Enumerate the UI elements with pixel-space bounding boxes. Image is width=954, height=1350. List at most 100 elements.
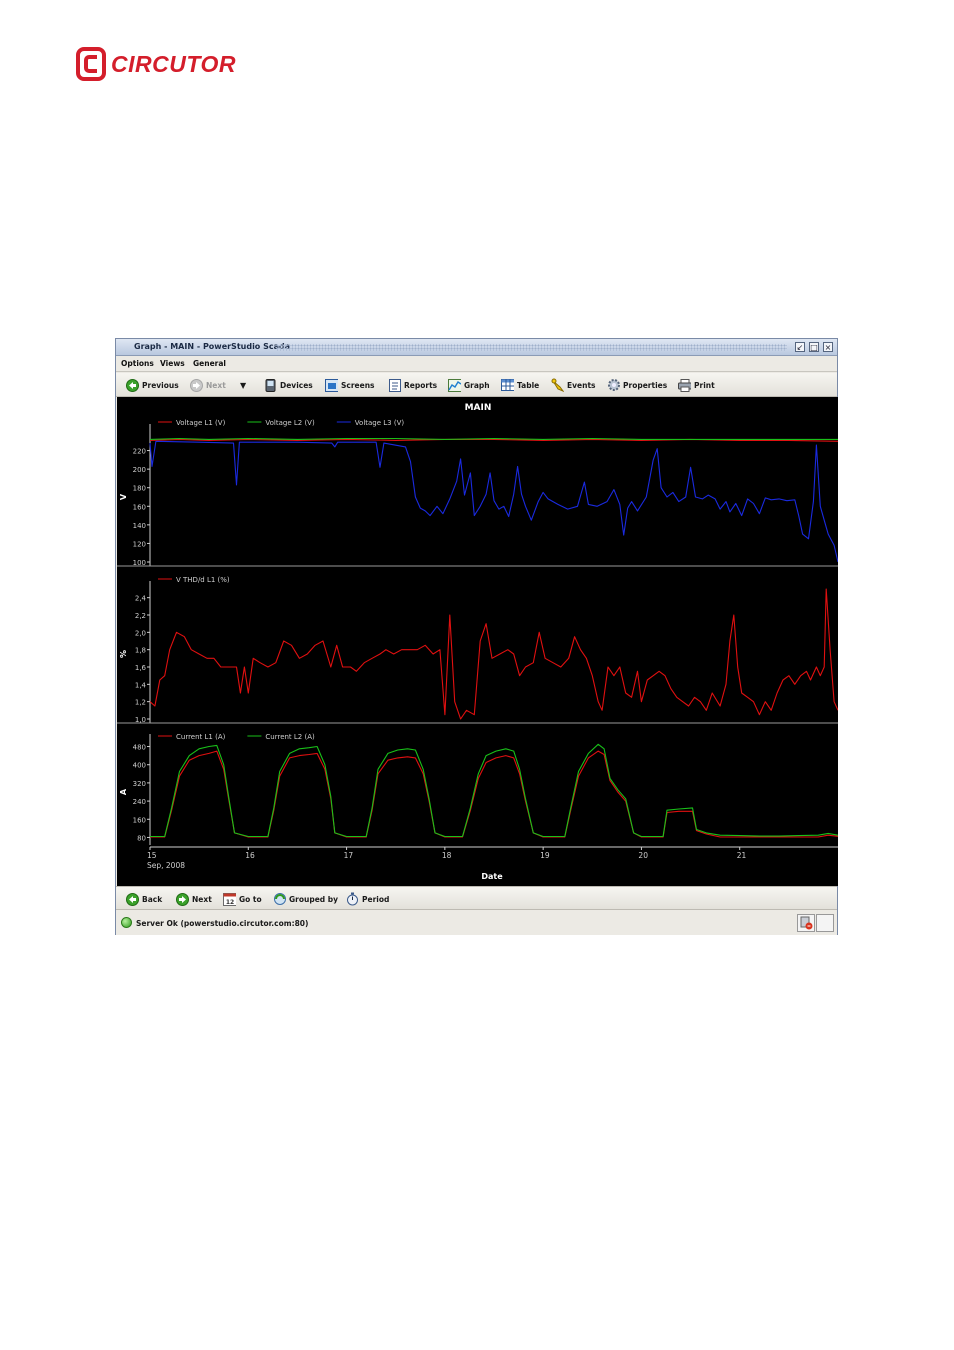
next-button[interactable]: Next bbox=[190, 378, 226, 392]
calendar-icon: 12 bbox=[223, 892, 236, 906]
y-tick-label: 320 bbox=[133, 780, 146, 788]
device-icon bbox=[264, 378, 277, 392]
main-toolbar: Previous Next ▼ Devices Screens Reports … bbox=[116, 373, 837, 397]
graph-icon bbox=[448, 378, 461, 392]
restore-icon[interactable]: ↙ bbox=[795, 342, 805, 352]
next-period-button[interactable]: Next bbox=[176, 892, 212, 906]
y-tick-label: 2,0 bbox=[135, 629, 146, 637]
y-tick-label: 480 bbox=[133, 744, 146, 752]
graph-panel[interactable]: MAIN V 100 120 140 160 180 200 220 Voltage L1 (V… bbox=[117, 397, 839, 886]
x-tick-label: 20 bbox=[638, 851, 648, 860]
previous-label: Previous bbox=[142, 380, 179, 390]
devices-button[interactable]: Devices bbox=[264, 378, 313, 392]
chevron-down-icon: ▼ bbox=[240, 380, 247, 390]
reports-label: Reports bbox=[404, 380, 438, 390]
title-bar-grip bbox=[276, 344, 787, 351]
x-axis-sublabel: Sep, 2008 bbox=[147, 861, 185, 870]
report-icon bbox=[388, 378, 401, 392]
close-icon[interactable]: × bbox=[823, 342, 833, 352]
events-label: Events bbox=[567, 380, 596, 390]
x-tick-label: 18 bbox=[442, 851, 452, 860]
series-line bbox=[149, 440, 839, 563]
arrow-right-icon bbox=[176, 892, 189, 906]
reports-button[interactable]: Reports bbox=[388, 378, 437, 392]
gear-icon bbox=[607, 379, 620, 392]
back-button[interactable]: Back bbox=[126, 892, 162, 906]
table-icon bbox=[501, 379, 514, 392]
y-tick-label: 1,4 bbox=[135, 681, 147, 689]
bell-icon bbox=[551, 378, 564, 392]
x-tick-label: 15 bbox=[147, 851, 157, 860]
legend-label: V THD/d L1 (%) bbox=[176, 576, 230, 584]
status-text: Server Ok (powerstudio.circutor.com:80) bbox=[136, 919, 309, 928]
legend-label: Current L2 (A) bbox=[265, 733, 315, 741]
navigation-toolbar: Back Next 12 Go to Grouped by Period bbox=[116, 886, 837, 910]
print-button[interactable]: Print bbox=[678, 378, 715, 392]
devices-label: Devices bbox=[280, 380, 313, 390]
y-tick-label: 160 bbox=[133, 503, 146, 511]
table-button[interactable]: Table bbox=[501, 378, 539, 392]
arrow-left-icon bbox=[126, 378, 139, 392]
arrow-left-icon bbox=[126, 892, 139, 906]
x-tick-label: 19 bbox=[540, 851, 550, 860]
y-tick-label: 200 bbox=[133, 466, 146, 474]
y-tick-label: 160 bbox=[133, 816, 146, 824]
legend-label: Current L1 (A) bbox=[176, 733, 226, 741]
series-line bbox=[149, 588, 839, 720]
graph-canvas: MAIN V 100 120 140 160 180 200 220 Voltage L1 (V… bbox=[117, 403, 839, 881]
graph-label: Graph bbox=[464, 380, 490, 390]
alarm-icon[interactable] bbox=[797, 914, 815, 932]
y-tick-label: 1,6 bbox=[135, 664, 147, 672]
y-tick-label: 400 bbox=[133, 762, 146, 770]
series-line bbox=[150, 750, 839, 838]
circutor-logo: CIRCUTOR bbox=[76, 47, 236, 81]
x-tick-label: 17 bbox=[344, 851, 354, 860]
maximize-icon[interactable]: □ bbox=[809, 342, 819, 352]
y-tick-label: 1,2 bbox=[135, 699, 146, 707]
y-tick-label: 1,0 bbox=[135, 716, 146, 724]
status-bar: Server Ok (powerstudio.circutor.com:80) bbox=[116, 911, 837, 935]
y-tick-label: 80 bbox=[137, 834, 146, 842]
screens-button[interactable]: Screens bbox=[325, 378, 375, 392]
menu-bar: Options Views General bbox=[116, 356, 837, 372]
next-label: Next bbox=[206, 380, 226, 390]
history-dropdown-button[interactable]: ▼ bbox=[240, 378, 246, 392]
print-label: Print bbox=[694, 380, 715, 390]
graph-button[interactable]: Graph bbox=[448, 378, 490, 392]
y-tick-label: 2,2 bbox=[135, 612, 146, 620]
period-button[interactable]: Period bbox=[346, 892, 389, 906]
svg-text:12: 12 bbox=[226, 899, 234, 906]
y-tick-label: 140 bbox=[133, 522, 146, 530]
goto-label: Go to bbox=[239, 894, 262, 904]
period-label: Period bbox=[362, 894, 390, 904]
group-icon bbox=[273, 893, 286, 906]
chart-title: MAIN bbox=[465, 403, 492, 413]
printer-icon bbox=[678, 378, 691, 392]
menu-options[interactable]: Options bbox=[121, 359, 154, 368]
series-line bbox=[150, 743, 839, 838]
status-ok-icon bbox=[121, 917, 132, 928]
y-axis-label: V bbox=[119, 493, 128, 500]
properties-button[interactable]: Properties bbox=[607, 378, 667, 392]
y-tick-label: 240 bbox=[133, 798, 146, 806]
circutor-logo-mark bbox=[76, 47, 106, 81]
legend-label: Voltage L1 (V) bbox=[176, 419, 226, 427]
y-tick-label: 120 bbox=[133, 540, 146, 548]
y-tick-label: 100 bbox=[133, 559, 146, 567]
events-button[interactable]: Events bbox=[551, 378, 596, 392]
window-title: Graph - MAIN - PowerStudio Scada bbox=[134, 342, 291, 351]
goto-button[interactable]: 12 Go to bbox=[223, 892, 262, 906]
menu-views[interactable]: Views bbox=[160, 359, 185, 368]
y-tick-label: 2,4 bbox=[135, 595, 147, 603]
arrow-right-icon bbox=[190, 378, 203, 392]
grouped-by-button[interactable]: Grouped by bbox=[273, 892, 338, 906]
back-label: Back bbox=[142, 894, 163, 904]
menu-general[interactable]: General bbox=[193, 359, 226, 368]
brand-name: CIRCUTOR bbox=[111, 50, 236, 77]
grouped-by-label: Grouped by bbox=[289, 894, 339, 904]
properties-label: Properties bbox=[623, 380, 668, 390]
screen-icon bbox=[325, 378, 338, 392]
previous-button[interactable]: Previous bbox=[126, 378, 179, 392]
title-bar[interactable]: Graph - MAIN - PowerStudio Scada ↙ □ × bbox=[116, 339, 837, 356]
stopwatch-icon bbox=[346, 892, 359, 906]
